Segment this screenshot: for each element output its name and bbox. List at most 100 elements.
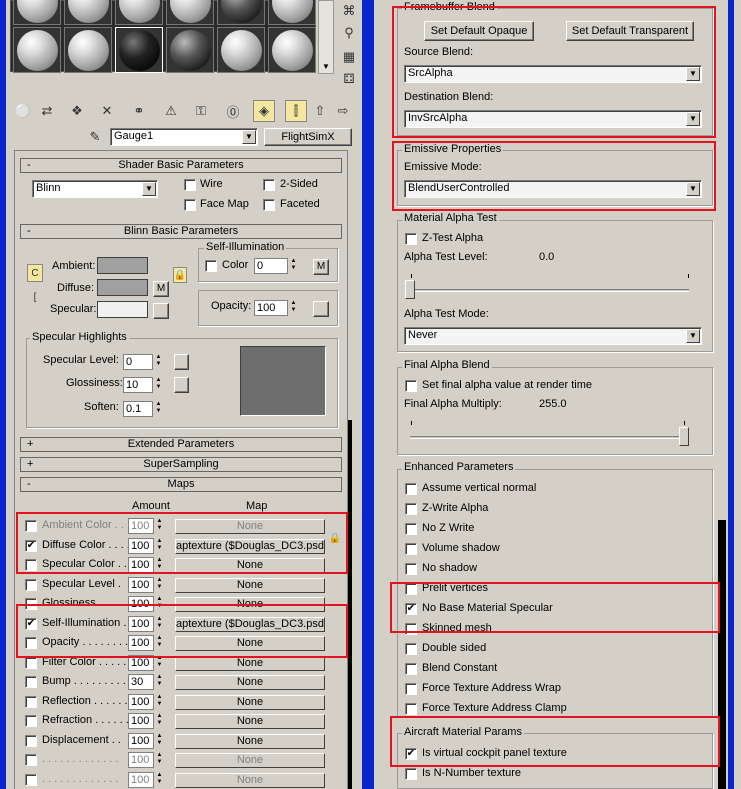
- chevron-down-icon[interactable]: ▼: [686, 329, 700, 343]
- map-row-checkbox[interactable]: [25, 579, 37, 591]
- faceted-checkbox[interactable]: [263, 199, 275, 211]
- enhanced-item-checkbox[interactable]: [405, 663, 417, 675]
- spinner-arrows[interactable]: ▲ ▼: [155, 694, 164, 710]
- specular-color-swatch[interactable]: [97, 301, 148, 318]
- specular-map-button[interactable]: [153, 303, 169, 319]
- lock-icon[interactable]: 🔒: [173, 267, 187, 283]
- map-row-map-button[interactable]: None: [175, 675, 325, 690]
- pick-material-icon[interactable]: ✎: [84, 126, 106, 148]
- final-alpha-slider-thumb[interactable]: [679, 427, 689, 446]
- map-row-amount-input[interactable]: 100: [128, 713, 154, 729]
- alpha-test-slider-thumb[interactable]: [405, 280, 415, 299]
- sample-type-icon[interactable]: ⌘: [338, 0, 360, 22]
- map-row-amount-input[interactable]: 100: [128, 733, 154, 749]
- map-row-amount-input[interactable]: 100: [128, 752, 154, 768]
- map-row-map-button[interactable]: None: [175, 753, 325, 768]
- map-row-map-button[interactable]: None: [175, 695, 325, 710]
- enhanced-item-checkbox[interactable]: [405, 543, 417, 555]
- enhanced-item-checkbox[interactable]: [405, 683, 417, 695]
- rollout-maps[interactable]: - Maps: [20, 477, 342, 492]
- rollout-blinn-basic[interactable]: - Blinn Basic Parameters: [20, 224, 342, 239]
- two-sided-checkbox[interactable]: [263, 179, 275, 191]
- enhanced-item-checkbox[interactable]: [405, 503, 417, 515]
- sample-slot-selected[interactable]: [115, 27, 163, 73]
- aircraft-item-checkbox[interactable]: [405, 768, 417, 780]
- sample-uv-icon[interactable]: ⚃: [338, 68, 360, 90]
- make-unique-icon[interactable]: ⚠: [160, 100, 182, 122]
- sample-slot[interactable]: [217, 27, 265, 73]
- map-row-map-button[interactable]: None: [175, 578, 325, 593]
- material-type-button[interactable]: FlightSimX: [264, 128, 352, 146]
- map-row-amount-input[interactable]: 30: [128, 674, 154, 690]
- diffuse-color-swatch[interactable]: [97, 279, 148, 296]
- map-row-checkbox[interactable]: [25, 735, 37, 747]
- spinner-arrows[interactable]: ▲ ▼: [289, 258, 298, 274]
- sample-slot[interactable]: [268, 27, 316, 73]
- ztest-alpha-checkbox[interactable]: [405, 233, 417, 245]
- rollout-shader-basic[interactable]: - Shader Basic Parameters: [20, 158, 342, 173]
- wire-checkbox[interactable]: [184, 179, 196, 191]
- go-sibling-icon[interactable]: ⇨: [332, 100, 354, 122]
- map-row-map-button[interactable]: None: [175, 734, 325, 749]
- self-illum-map-button[interactable]: M: [313, 259, 329, 275]
- go-parent-icon[interactable]: ⇧: [309, 100, 331, 122]
- alpha-test-mode-select[interactable]: Never ▼: [404, 327, 702, 345]
- show-map-icon[interactable]: ◈: [253, 100, 275, 122]
- enhanced-item-checkbox[interactable]: [405, 563, 417, 575]
- put-to-library-icon[interactable]: ⚿: [190, 100, 212, 122]
- get-material-icon[interactable]: ⚪: [12, 100, 34, 122]
- spinner-arrows[interactable]: ▲ ▼: [154, 354, 163, 370]
- sample-slot[interactable]: [64, 0, 112, 25]
- sample-slot[interactable]: [64, 27, 112, 73]
- map-row-amount-input[interactable]: 100: [128, 577, 154, 593]
- self-illum-value-input[interactable]: 0: [254, 258, 288, 274]
- spinner-arrows[interactable]: ▲ ▼: [289, 300, 298, 316]
- sample-slot[interactable]: [166, 0, 214, 25]
- map-row-checkbox[interactable]: [25, 715, 37, 727]
- background-icon[interactable]: ▦: [338, 46, 360, 68]
- material-id-icon[interactable]: ⓪: [222, 100, 244, 122]
- lock-ambient-diffuse-icon[interactable]: C: [27, 264, 43, 282]
- map-row-checkbox[interactable]: [25, 676, 37, 688]
- spec-level-map-button[interactable]: [174, 354, 189, 370]
- map-row-map-button[interactable]: None: [175, 656, 325, 671]
- sample-slot[interactable]: [268, 0, 316, 25]
- rollout-extended[interactable]: + Extended Parameters: [20, 437, 342, 452]
- opacity-map-button[interactable]: [313, 301, 329, 317]
- enhanced-item-checkbox[interactable]: [405, 483, 417, 495]
- spinner-arrows[interactable]: ▲ ▼: [155, 733, 164, 749]
- sample-slot[interactable]: [13, 27, 61, 73]
- enhanced-item-checkbox[interactable]: [405, 643, 417, 655]
- sample-slot[interactable]: [13, 0, 61, 25]
- material-name-field[interactable]: Gauge1 ▼: [110, 128, 258, 146]
- ambient-color-swatch[interactable]: [97, 257, 148, 274]
- sample-slot[interactable]: [217, 0, 265, 25]
- spec-level-input[interactable]: 0: [123, 354, 153, 370]
- spinner-arrows[interactable]: ▲ ▼: [155, 713, 164, 729]
- show-end-result-icon[interactable]: ⫿: [285, 100, 307, 122]
- final-alpha-slider-track[interactable]: [410, 436, 689, 439]
- diffuse-map-button[interactable]: M: [153, 281, 169, 297]
- soften-input[interactable]: 0.1: [123, 401, 153, 417]
- spinner-arrows[interactable]: ▲ ▼: [155, 577, 164, 593]
- spinner-arrows[interactable]: ▲ ▼: [155, 752, 164, 768]
- shader-type-select[interactable]: Blinn ▼: [32, 180, 158, 198]
- sample-slot[interactable]: [115, 0, 163, 25]
- enhanced-item-checkbox[interactable]: [405, 703, 417, 715]
- spinner-arrows[interactable]: ▲ ▼: [155, 772, 164, 788]
- lock-diffuse-specular-icon[interactable]: [: [27, 288, 43, 306]
- map-row-amount-input[interactable]: 100: [128, 694, 154, 710]
- self-illum-color-checkbox[interactable]: [205, 260, 217, 272]
- map-row-checkbox[interactable]: [25, 774, 37, 786]
- glossiness-input[interactable]: 10: [123, 377, 153, 393]
- opacity-input[interactable]: 100: [254, 300, 288, 316]
- slots-scrollbar[interactable]: ▼: [318, 0, 334, 74]
- assign-material-icon[interactable]: ❖: [66, 100, 88, 122]
- spinner-arrows[interactable]: ▲ ▼: [154, 377, 163, 393]
- backlight-icon[interactable]: ⚲: [338, 22, 360, 44]
- glossiness-map-button[interactable]: [174, 377, 189, 393]
- enhanced-item-checkbox[interactable]: [405, 523, 417, 535]
- make-copy-icon[interactable]: ⚭: [128, 100, 150, 122]
- set-final-alpha-checkbox[interactable]: [405, 380, 417, 392]
- map-row-checkbox[interactable]: [25, 657, 37, 669]
